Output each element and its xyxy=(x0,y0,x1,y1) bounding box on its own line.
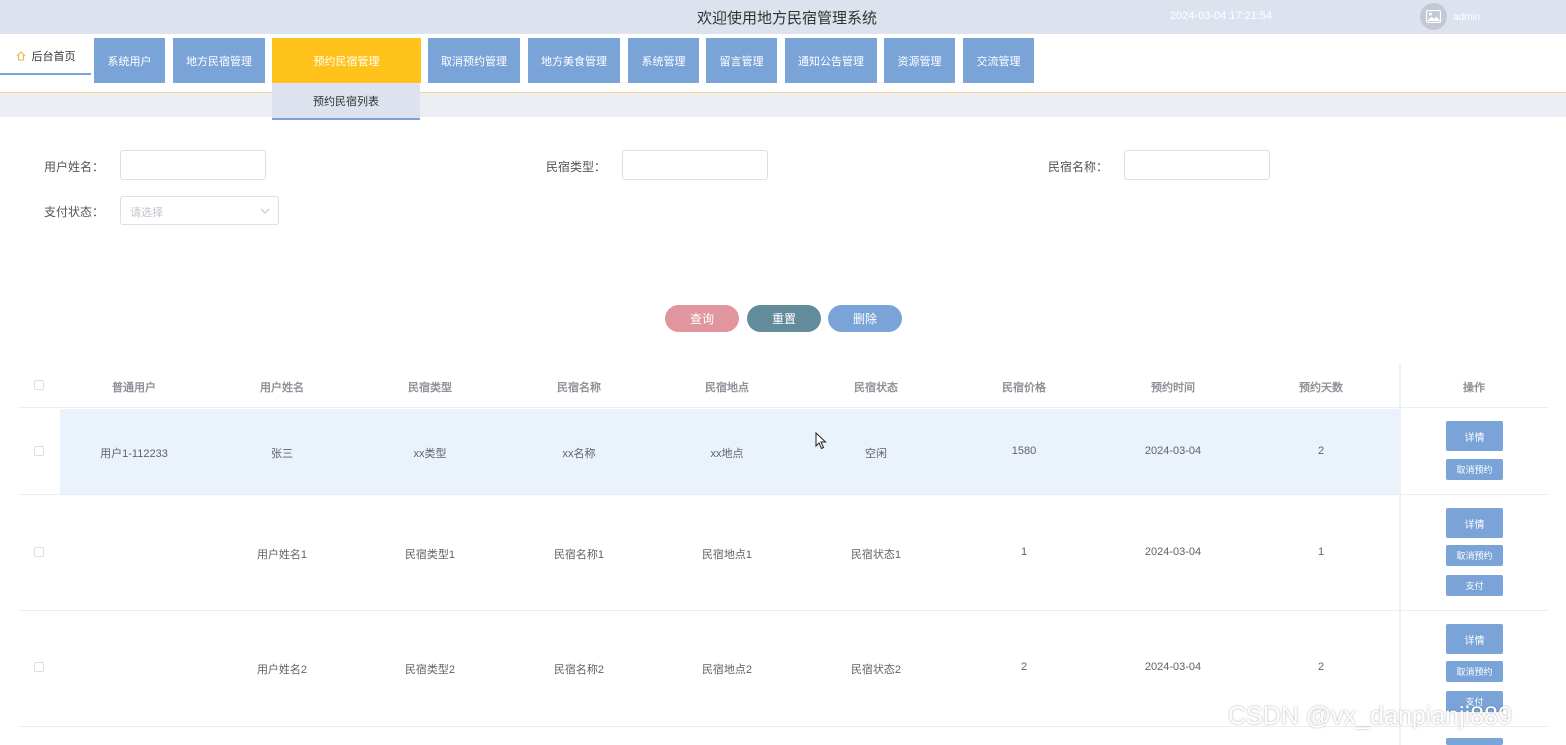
filter-name-input[interactable] xyxy=(1124,150,1270,180)
top-header: 欢迎使用地方民宿管理系统 2024-03-04 17:21:54 admin xyxy=(0,0,1566,34)
detail-button[interactable]: 详情 xyxy=(1446,624,1503,654)
cell-price: 1580 xyxy=(1011,445,1037,457)
watermark-text: CSDN @vx_danpianji889 xyxy=(1228,702,1512,730)
col-header-user: 普通用户 xyxy=(112,382,156,394)
col-header-days: 预约天数 xyxy=(1299,382,1343,394)
fixed-column-divider xyxy=(1399,364,1401,745)
table-row[interactable]: 用户1-112233 张三 xx类型 xx名称 xx地点 空闲 1580 202… xyxy=(18,409,1549,495)
filter-pay-label: 支付状态： xyxy=(44,205,105,219)
table-header: 普通用户 用户姓名 民宿类型 民宿名称 民宿地点 民宿状态 民宿价格 预约时间 … xyxy=(18,364,1549,408)
nav-item-resources[interactable]: 资源管理 xyxy=(884,38,955,83)
nav-item-homestay[interactable]: 地方民宿管理 xyxy=(173,38,265,83)
detail-button[interactable]: 详情 xyxy=(1446,508,1503,538)
col-header-status: 民宿状态 xyxy=(854,382,898,394)
cell-type: xx类型 xyxy=(413,448,447,460)
filter-type-input[interactable] xyxy=(622,150,768,180)
col-header-username: 用户姓名 xyxy=(260,382,304,394)
cell-price: 1 xyxy=(1020,546,1028,558)
cell-username: 用户姓名2 xyxy=(256,664,308,676)
pay-button[interactable]: 支付 xyxy=(1446,575,1503,596)
datetime-display: 2024-03-04 17:21:54 xyxy=(1170,10,1273,22)
row-checkbox[interactable] xyxy=(34,547,44,557)
select-all-checkbox[interactable] xyxy=(34,380,44,390)
cell-type: 民宿类型1 xyxy=(404,549,456,561)
home-icon xyxy=(16,50,25,61)
cell-status: 民宿状态2 xyxy=(850,664,902,676)
cell-status: 民宿状态1 xyxy=(850,549,902,561)
nav-item-forum[interactable]: 交流管理 xyxy=(963,38,1034,83)
username-label[interactable]: admin xyxy=(1453,12,1480,23)
filter-name-label: 民宿名称： xyxy=(1048,160,1109,174)
cell-type: 民宿类型2 xyxy=(404,664,456,676)
query-button[interactable]: 查询 xyxy=(665,305,739,332)
filter-username-label: 用户姓名： xyxy=(44,160,105,174)
table-row[interactable]: 用户姓名1 民宿类型1 民宿名称1 民宿地点1 民宿状态1 1 2024-03-… xyxy=(18,495,1549,611)
filter-pay-placeholder: 请选择 xyxy=(130,207,163,219)
mouse-cursor-icon xyxy=(815,432,827,450)
avatar[interactable] xyxy=(1420,3,1447,30)
detail-button-partial[interactable] xyxy=(1446,738,1503,745)
cell-name: xx名称 xyxy=(562,448,596,460)
cell-price: 2 xyxy=(1020,661,1028,673)
reset-button[interactable]: 重置 xyxy=(747,305,821,332)
col-header-actions: 操作 xyxy=(1463,382,1485,394)
image-icon xyxy=(1426,10,1441,23)
cancel-booking-button[interactable]: 取消预约 xyxy=(1446,459,1503,480)
cancel-booking-button[interactable]: 取消预约 xyxy=(1446,661,1503,682)
filter-username-input[interactable] xyxy=(120,150,266,180)
cell-location: xx地点 xyxy=(710,448,744,460)
cell-days: 1 xyxy=(1317,546,1325,558)
cancel-booking-button[interactable]: 取消预约 xyxy=(1446,545,1503,566)
chevron-down-icon xyxy=(260,208,270,214)
detail-button[interactable]: 详情 xyxy=(1446,421,1503,451)
row-checkbox[interactable] xyxy=(34,446,44,456)
cell-days: 2 xyxy=(1317,445,1325,457)
nav-item-booking[interactable]: 预约民宿管理 xyxy=(272,38,421,83)
cell-location: 民宿地点2 xyxy=(701,664,753,676)
filter-pay-select[interactable]: 请选择 xyxy=(120,196,279,225)
col-header-price: 民宿价格 xyxy=(1002,382,1046,394)
delete-button[interactable]: 删除 xyxy=(828,305,902,332)
col-header-date: 预约时间 xyxy=(1151,382,1195,394)
cell-status: 空闲 xyxy=(865,448,887,460)
nav-item-system[interactable]: 系统管理 xyxy=(628,38,699,83)
cell-date: 2024-03-04 xyxy=(1144,445,1202,457)
nav-home[interactable]: 后台首页 xyxy=(0,38,91,75)
submenu-booking-list[interactable]: 预约民宿列表 xyxy=(272,83,420,120)
cell-name: 民宿名称2 xyxy=(553,664,605,676)
nav-item-system-users[interactable]: 系统用户 xyxy=(94,38,165,83)
page-title: 欢迎使用地方民宿管理系统 xyxy=(696,10,877,27)
breadcrumb-bar xyxy=(0,93,1566,117)
row-checkbox[interactable] xyxy=(34,662,44,672)
col-header-name: 民宿名称 xyxy=(557,382,601,394)
cell-name: 民宿名称1 xyxy=(553,549,605,561)
nav-item-messages[interactable]: 留言管理 xyxy=(706,38,777,83)
nav-item-notices[interactable]: 通知公告管理 xyxy=(785,38,877,83)
nav-item-cancel-booking[interactable]: 取消预约管理 xyxy=(428,38,520,83)
col-header-location: 民宿地点 xyxy=(705,382,749,394)
cell-date: 2024-03-04 xyxy=(1144,661,1202,673)
cell-user: 用户1-112233 xyxy=(100,448,168,460)
cell-username: 用户姓名1 xyxy=(256,549,308,561)
cell-date: 2024-03-04 xyxy=(1144,546,1202,558)
filter-type-label: 民宿类型： xyxy=(546,160,607,174)
cell-username: 张三 xyxy=(271,448,293,460)
nav-home-label: 后台首页 xyxy=(31,50,76,63)
col-header-type: 民宿类型 xyxy=(408,382,452,394)
cell-location: 民宿地点1 xyxy=(701,549,753,561)
main-nav: 后台首页 系统用户 地方民宿管理 预约民宿管理 取消预约管理 地方美食管理 系统… xyxy=(0,34,1566,93)
cell-days: 2 xyxy=(1317,661,1325,673)
nav-item-food[interactable]: 地方美食管理 xyxy=(528,38,620,83)
